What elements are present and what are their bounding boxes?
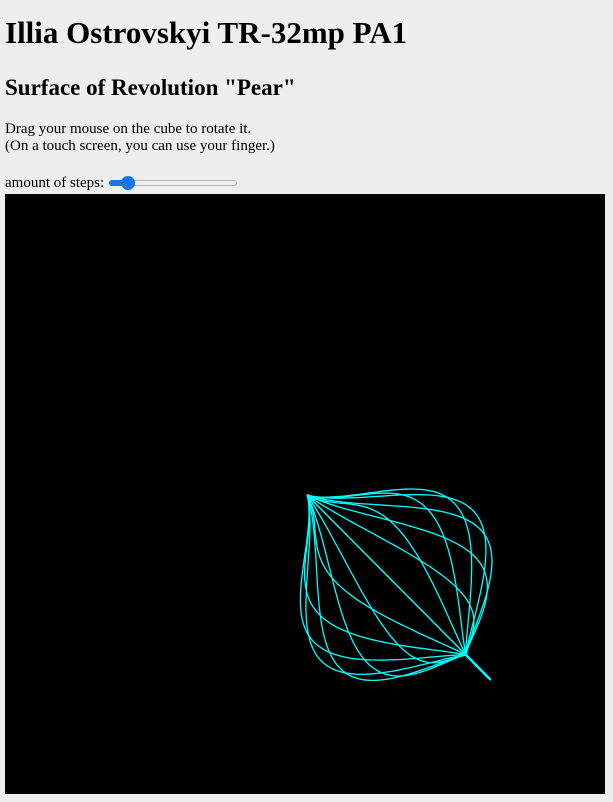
meridian-line [306,488,473,656]
page-subtitle: Surface of Revolution "Pear" [5,75,296,100]
meridian-line [306,493,487,656]
steps-label: amount of steps: [5,174,105,191]
pear-wireframe [299,488,493,682]
instruction-line-2: (On a touch screen, you can use your fin… [5,138,275,154]
axis-tail-line [465,654,492,681]
page-title: Illia Ostrovskyi TR-32mp PA1 [5,15,408,50]
steps-slider[interactable] [109,175,238,191]
instruction-line-1: Drag your mouse on the cube to rotate it… [5,121,252,137]
webgl-canvas[interactable] [5,194,605,794]
meridian-line [306,494,467,677]
meridian-line [306,494,489,656]
page: Illia Ostrovskyi TR-32mp PA1 Surface of … [0,0,613,802]
meridian-line [305,494,467,675]
meridian-line [306,494,475,656]
meridian-line [299,494,467,661]
steps-control: amount of steps: [5,174,238,192]
slider-thumb[interactable] [120,176,135,190]
instructions: Drag your mouse on the cube to rotate it… [5,121,275,155]
